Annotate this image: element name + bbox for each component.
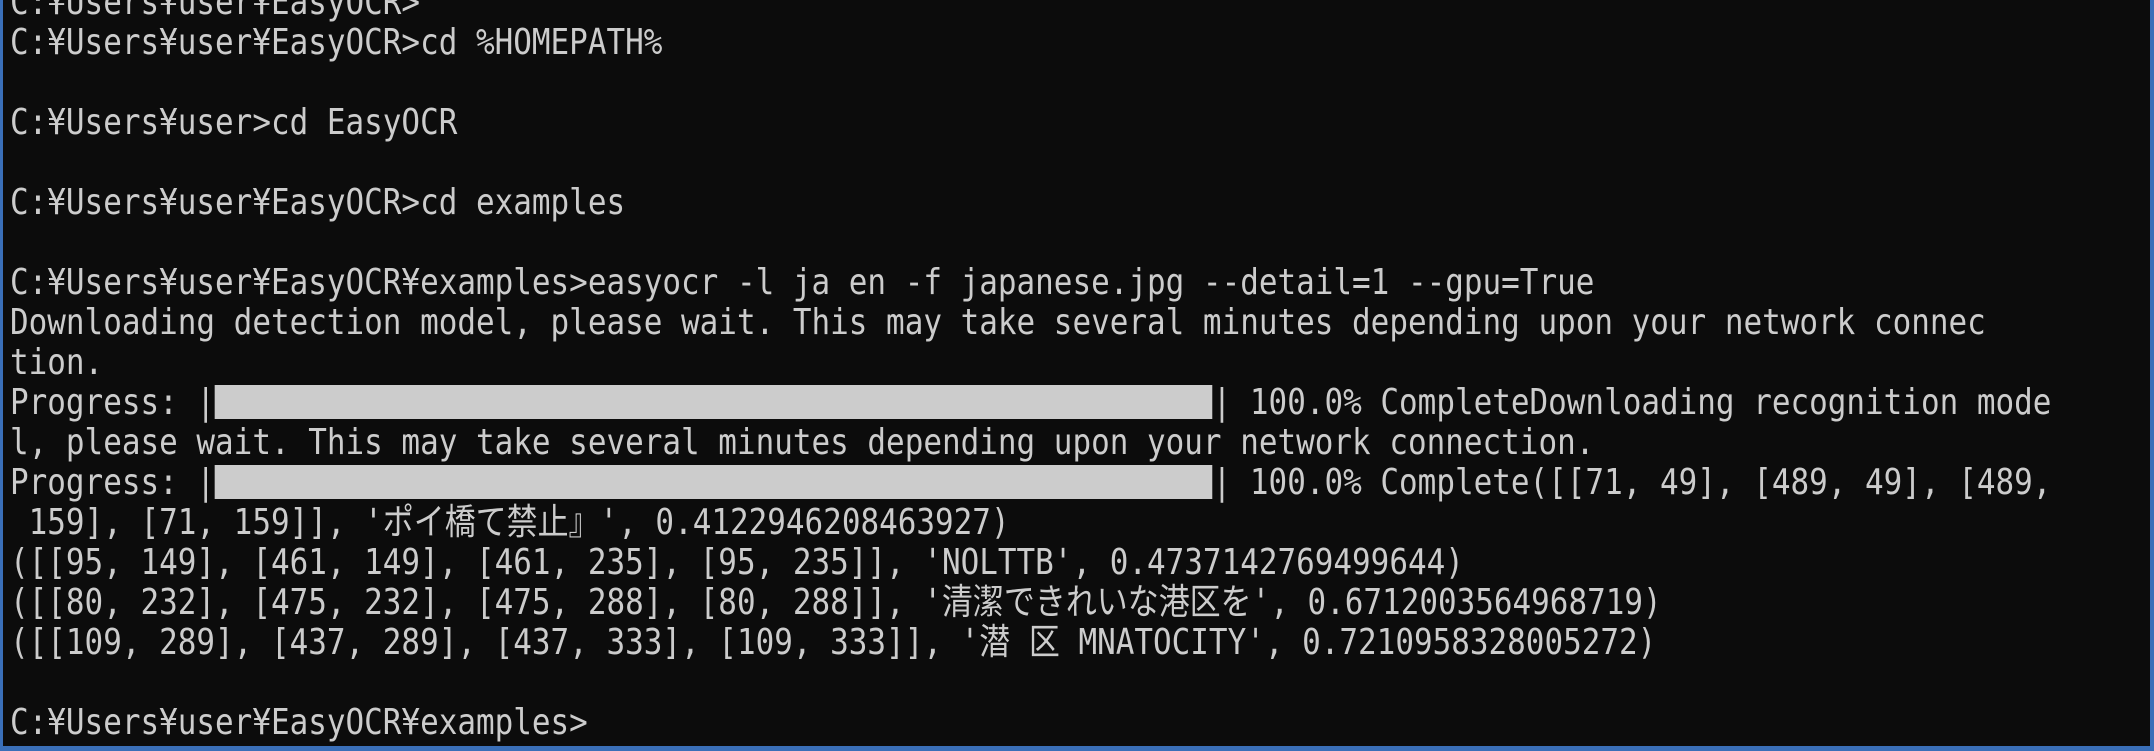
console-line: C:¥Users¥user¥EasyOCR>cd %HOMEPATH% bbox=[10, 22, 663, 63]
progress-bar bbox=[215, 385, 1213, 419]
console-line: ([[95, 149], [461, 149], [461, 235], [95… bbox=[10, 542, 1464, 583]
console-line: ([[109, 289], [437, 289], [437, 333], [1… bbox=[10, 622, 1657, 663]
console-line: l, please wait. This may take several mi… bbox=[10, 422, 1595, 463]
prompt-line: C:¥Users¥user¥EasyOCR¥examples> bbox=[10, 702, 588, 743]
console-line: tion. bbox=[10, 342, 104, 383]
progress-prefix: Progress: | bbox=[10, 462, 216, 503]
progress-suffix: | 100.0% CompleteDownloading recognition… bbox=[1212, 382, 2052, 423]
progress-prefix: Progress: | bbox=[10, 382, 216, 423]
terminal-window[interactable]: C:¥Users¥user¥EasyOCR> C:¥Users¥user¥Eas… bbox=[0, 0, 2154, 751]
command-line: C:¥Users¥user¥EasyOCR¥examples>easyocr -… bbox=[10, 262, 1595, 303]
console-line: ([[80, 232], [475, 232], [475, 288], [80… bbox=[10, 582, 1662, 623]
console-line: 159], [71, 159]], 'ポイ橋て禁止』', 0.412294620… bbox=[10, 502, 1010, 543]
progress-line: Progress: | | 100.0% Complete([[71, 49], … bbox=[10, 462, 2051, 503]
console-line: Downloading detection model, please wait… bbox=[10, 302, 1986, 343]
progress-suffix: | 100.0% Complete([[71, 49], [489, 49], … bbox=[1212, 462, 2052, 503]
console-output[interactable]: C:¥Users¥user¥EasyOCR> C:¥Users¥user¥Eas… bbox=[10, 0, 2051, 743]
progress-bar bbox=[215, 465, 1213, 499]
progress-line: Progress: | | 100.0% CompleteDownloading … bbox=[10, 382, 2051, 423]
console-line: C:¥Users¥user¥EasyOCR> bbox=[10, 0, 421, 23]
console-line: C:¥Users¥user¥EasyOCR>cd examples bbox=[10, 182, 626, 223]
console-line: C:¥Users¥user>cd EasyOCR bbox=[10, 102, 458, 143]
